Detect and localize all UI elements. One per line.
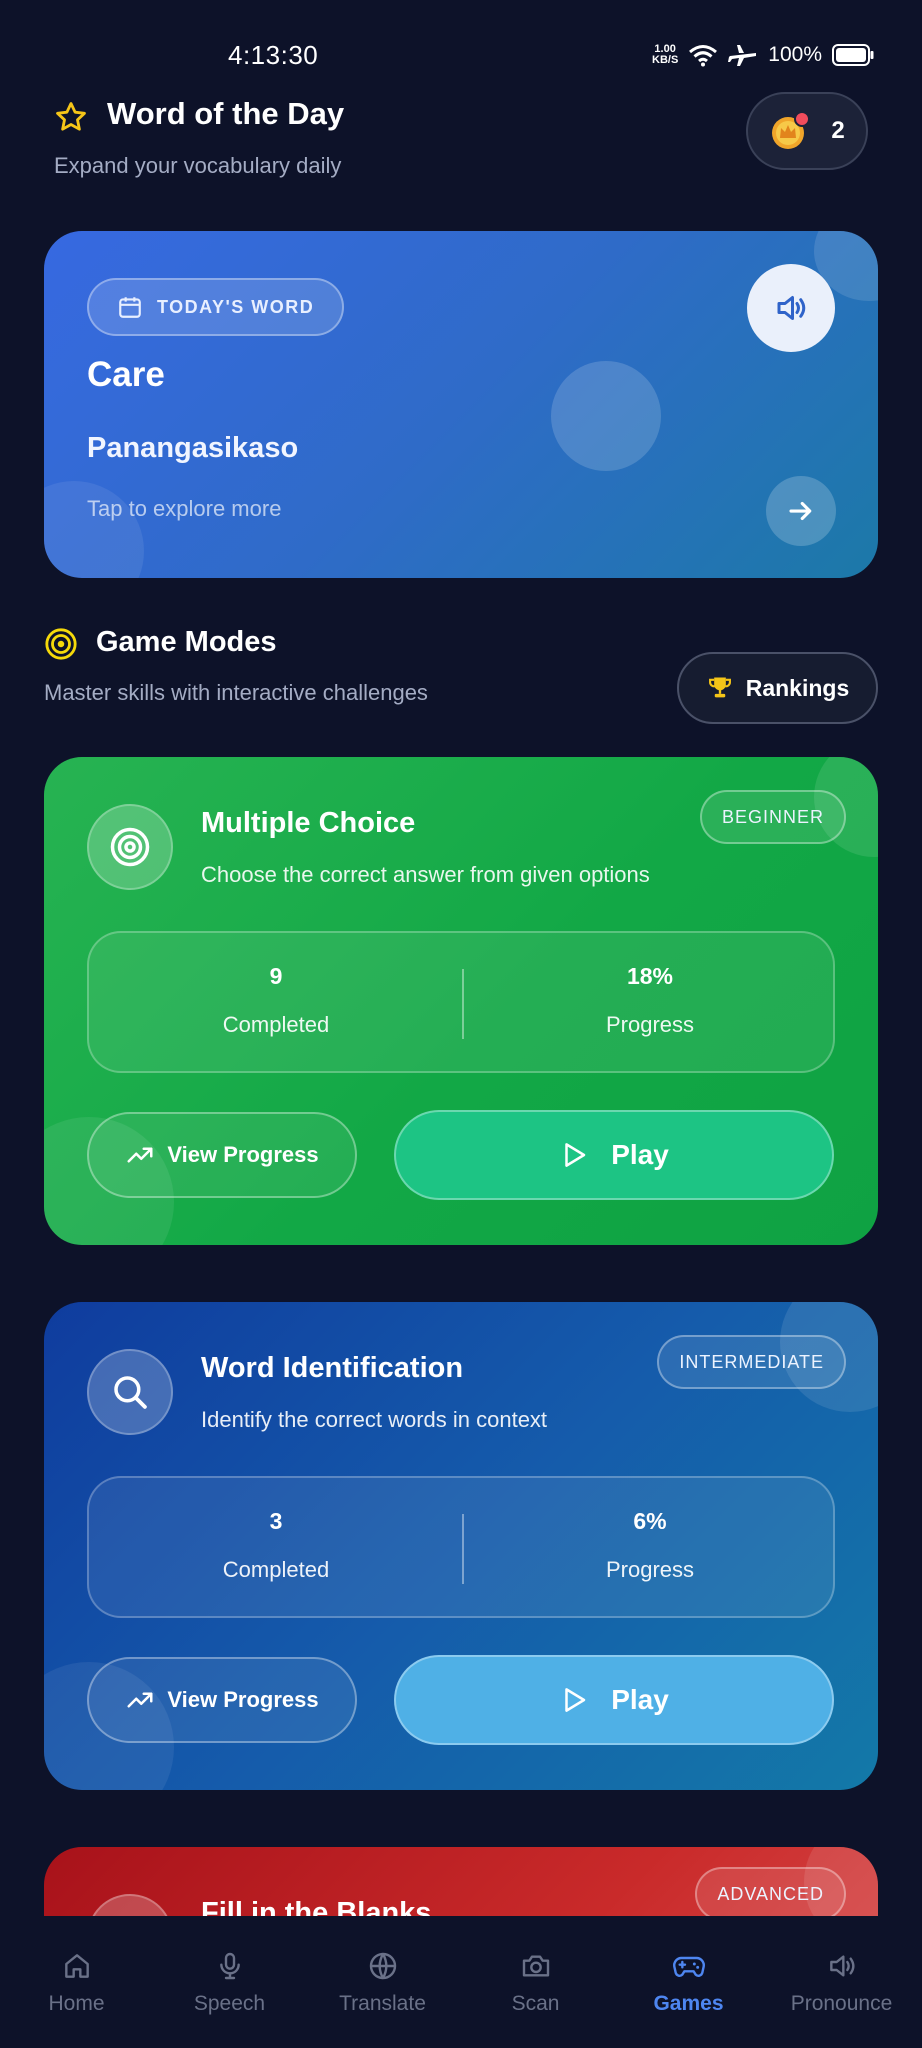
globe-icon (369, 1952, 396, 1980)
game-modes-subtitle: Master skills with interactive challenge… (44, 680, 428, 705)
network-speed: 1.00 KB/S (652, 44, 678, 66)
play-icon (565, 1143, 586, 1167)
view-progress-button[interactable]: View Progress (87, 1112, 357, 1198)
stat-completed: 3 Completed (89, 1508, 463, 1583)
stat-value: 3 (269, 1508, 283, 1534)
nav-item-home[interactable]: Home (0, 1950, 153, 2016)
microphone-icon (219, 1952, 240, 1980)
mode-title: Multiple Choice (201, 807, 416, 839)
home-icon (64, 1954, 89, 1978)
stat-value: 6% (633, 1508, 667, 1534)
network-speed-unit: KB/S (652, 54, 679, 66)
bottom-navigation: Home Speech Translate Scan Games Pronoun… (0, 1916, 922, 2048)
rankings-label: Rankings (745, 674, 850, 701)
word-of-the-day-card[interactable]: TODAY'S WORD Care Panangasikaso Tap to e… (44, 231, 878, 578)
stat-completed: 9 Completed (89, 963, 463, 1038)
stat-label: Completed (222, 1557, 330, 1582)
status-time: 4:13:30 (228, 40, 319, 70)
rankings-button[interactable]: Rankings (677, 652, 878, 724)
battery-percent: 100% (768, 43, 822, 66)
stat-label: Progress (605, 1012, 695, 1037)
mode-icon-badge (87, 804, 173, 890)
speaker-icon (777, 296, 806, 320)
mode-icon-badge (87, 1349, 173, 1435)
stats-panel: 9 Completed 18% Progress (87, 931, 835, 1073)
crown-coin-icon (772, 111, 811, 149)
explore-arrow-button[interactable] (766, 476, 836, 546)
nav-label: Scan (511, 1992, 560, 2015)
target-icon (45, 628, 77, 660)
stat-value: 18% (626, 963, 674, 989)
word-translation: Panangasikaso (87, 432, 299, 464)
play-button[interactable]: Play (394, 1110, 834, 1200)
arrow-right-icon (789, 501, 812, 521)
stat-progress: 6% Progress (463, 1508, 837, 1583)
stats-panel: 3 Completed 6% Progress (87, 1476, 835, 1618)
decorative-bubble (551, 361, 661, 471)
mode-title: Word Identification (201, 1352, 464, 1384)
play-icon (565, 1688, 586, 1712)
play-label: Play (611, 1139, 669, 1170)
view-progress-label: View Progress (167, 1687, 319, 1712)
nav-item-pronounce[interactable]: Pronounce (765, 1950, 918, 2016)
battery-icon (832, 44, 874, 66)
explore-hint: Tap to explore more (87, 496, 282, 521)
target-icon (110, 827, 150, 867)
view-progress-label: View Progress (167, 1142, 319, 1167)
status-icons: 1.00 KB/S 100% (652, 42, 874, 68)
nav-item-scan[interactable]: Scan (459, 1950, 612, 2016)
play-label: Play (611, 1684, 669, 1715)
camera-icon (522, 1955, 549, 1977)
nav-item-translate[interactable]: Translate (306, 1950, 459, 2016)
todays-word-label: TODAY'S WORD (157, 296, 315, 317)
gamepad-icon (672, 1956, 705, 1977)
mode-description: Choose the correct answer from given opt… (201, 862, 650, 887)
page-subtitle: Expand your vocabulary daily (54, 153, 342, 178)
difficulty-badge: ADVANCED (695, 1867, 846, 1921)
view-progress-button[interactable]: View Progress (87, 1657, 357, 1743)
mode-description: Identify the correct words in context (201, 1407, 548, 1432)
nav-label: Speech (193, 1992, 266, 2015)
nav-item-speech[interactable]: Speech (153, 1950, 306, 2016)
nav-item-games[interactable]: Games (612, 1950, 765, 2016)
calendar-icon (119, 297, 141, 318)
play-button[interactable]: Play (394, 1655, 834, 1745)
difficulty-badge: BEGINNER (699, 790, 846, 844)
todays-word-badge: TODAY'S WORD (87, 278, 345, 336)
mode-card-multiple-choice[interactable]: Multiple Choice Choose the correct answe… (44, 757, 878, 1245)
streak-count: 2 (831, 117, 845, 144)
stat-progress: 18% Progress (463, 963, 837, 1038)
nav-label: Games (653, 1992, 724, 2015)
trophy-icon (708, 677, 731, 698)
trending-up-icon (127, 1147, 153, 1163)
streak-badge[interactable]: 2 (746, 92, 868, 170)
mode-card-word-identification[interactable]: Word Identification Identify the correct… (44, 1302, 878, 1790)
wifi-icon (689, 45, 718, 67)
speaker-icon (829, 1955, 855, 1977)
word-text: Care (87, 355, 165, 394)
airplane-icon (728, 45, 757, 66)
nav-label: Translate (339, 1992, 426, 2015)
difficulty-badge: INTERMEDIATE (657, 1335, 846, 1389)
trending-up-icon (127, 1692, 153, 1708)
stat-label: Completed (222, 1012, 330, 1037)
game-modes-title: Game Modes (96, 626, 277, 658)
nav-label: Home (48, 1992, 105, 2015)
search-icon (114, 1376, 147, 1409)
play-audio-button[interactable] (747, 264, 835, 352)
nav-label: Pronounce (790, 1992, 893, 2015)
stat-label: Progress (605, 1557, 695, 1582)
stat-value: 9 (269, 963, 283, 989)
page-title: Word of the Day (107, 96, 345, 131)
star-icon (56, 102, 86, 131)
